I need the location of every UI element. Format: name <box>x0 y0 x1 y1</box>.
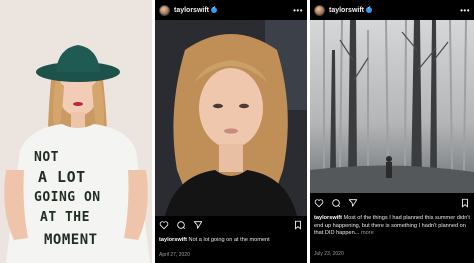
caption-more-link[interactable]: more <box>361 230 374 236</box>
shirt-text-line-1: NOT <box>34 150 59 165</box>
post-caption: taylorswift Most of the things I had pla… <box>314 215 470 238</box>
caption-username[interactable]: taylorswift <box>314 215 342 221</box>
username[interactable]: taylorswift <box>174 7 209 14</box>
more-options-icon[interactable]: ••• <box>460 6 470 15</box>
share-icon[interactable] <box>348 198 358 208</box>
bookmark-icon[interactable] <box>293 220 303 230</box>
post-caption: taylorswift Not a lot going on at the mo… <box>159 237 303 245</box>
post-actions <box>159 218 303 232</box>
shirt-text-line-5: MOMENT <box>44 232 98 248</box>
more-options-icon[interactable]: ••• <box>293 6 303 15</box>
shirt-text-line-3: GOING ON <box>34 190 101 205</box>
share-icon[interactable] <box>193 220 203 230</box>
comment-icon[interactable] <box>176 220 186 230</box>
post-actions <box>314 196 470 210</box>
verified-badge-icon <box>211 5 218 13</box>
heart-icon[interactable] <box>314 198 324 208</box>
bookmark-icon[interactable] <box>460 198 470 208</box>
shirt-text-line-4: AT THE <box>40 210 90 225</box>
avatar[interactable] <box>159 4 170 16</box>
post-date: July 23, 2020 <box>314 251 344 257</box>
selfie-image <box>155 20 307 216</box>
heart-icon[interactable] <box>159 220 169 230</box>
post-header: taylorswift ••• <box>155 0 307 20</box>
username[interactable]: taylorswift <box>329 7 364 14</box>
verified-badge-icon <box>366 5 373 13</box>
caption-username[interactable]: taylorswift <box>159 237 187 243</box>
post-date: April 27, 2020 <box>159 252 190 258</box>
left-photo-panel: NOT A LOT GOING ON AT THE MOMENT <box>0 0 152 263</box>
post-photo[interactable] <box>155 20 307 216</box>
caption-text: Not a lot going on at the moment <box>188 237 270 243</box>
comment-icon[interactable] <box>331 198 341 208</box>
post-photo[interactable] <box>310 20 474 193</box>
instagram-post-april: taylorswift ••• taylorsw <box>155 0 307 263</box>
forest-image <box>310 20 474 193</box>
shirt-text-line-2: A LOT <box>38 168 86 186</box>
post-header: taylorswift ••• <box>310 0 474 20</box>
instagram-post-july: taylorswift ••• <box>310 0 474 263</box>
avatar[interactable] <box>314 4 325 16</box>
